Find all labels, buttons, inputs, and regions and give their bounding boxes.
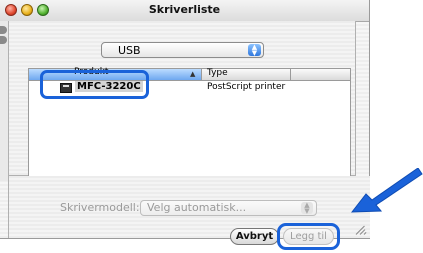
printer-type: PostScript printer — [207, 82, 286, 92]
cancel-button[interactable]: Avbryt — [230, 228, 279, 245]
background-window-button-icon — [0, 36, 7, 44]
column-header-type[interactable]: Type — [207, 68, 228, 78]
annotation-arrow-icon — [350, 168, 423, 213]
resize-grip-icon[interactable] — [352, 218, 368, 236]
connection-type-value: USB — [118, 44, 141, 57]
background-window-button-icon — [0, 26, 7, 34]
window-title: Skriverliste — [148, 3, 221, 16]
title-bar: Skriverliste — [0, 0, 369, 22]
column-divider — [201, 69, 202, 80]
popup-arrows-icon: ▲ ▼ — [301, 202, 313, 215]
column-divider — [290, 69, 291, 80]
connection-type-popup[interactable]: USB ▲ ▼ — [101, 42, 264, 58]
printer-model-popup[interactable]: Velg automatisk... ▲ ▼ — [140, 200, 317, 216]
printer-model-value: Velg automatisk... — [147, 201, 247, 214]
popup-arrows-icon: ▲ ▼ — [248, 44, 261, 57]
background-window-edge — [0, 21, 8, 181]
sort-ascending-icon: ▲ — [190, 70, 196, 78]
add-button-highlight-annotation — [277, 223, 340, 250]
printer-model-label: Skrivermodell: — [60, 201, 140, 214]
printer-highlight-annotation — [40, 70, 149, 99]
